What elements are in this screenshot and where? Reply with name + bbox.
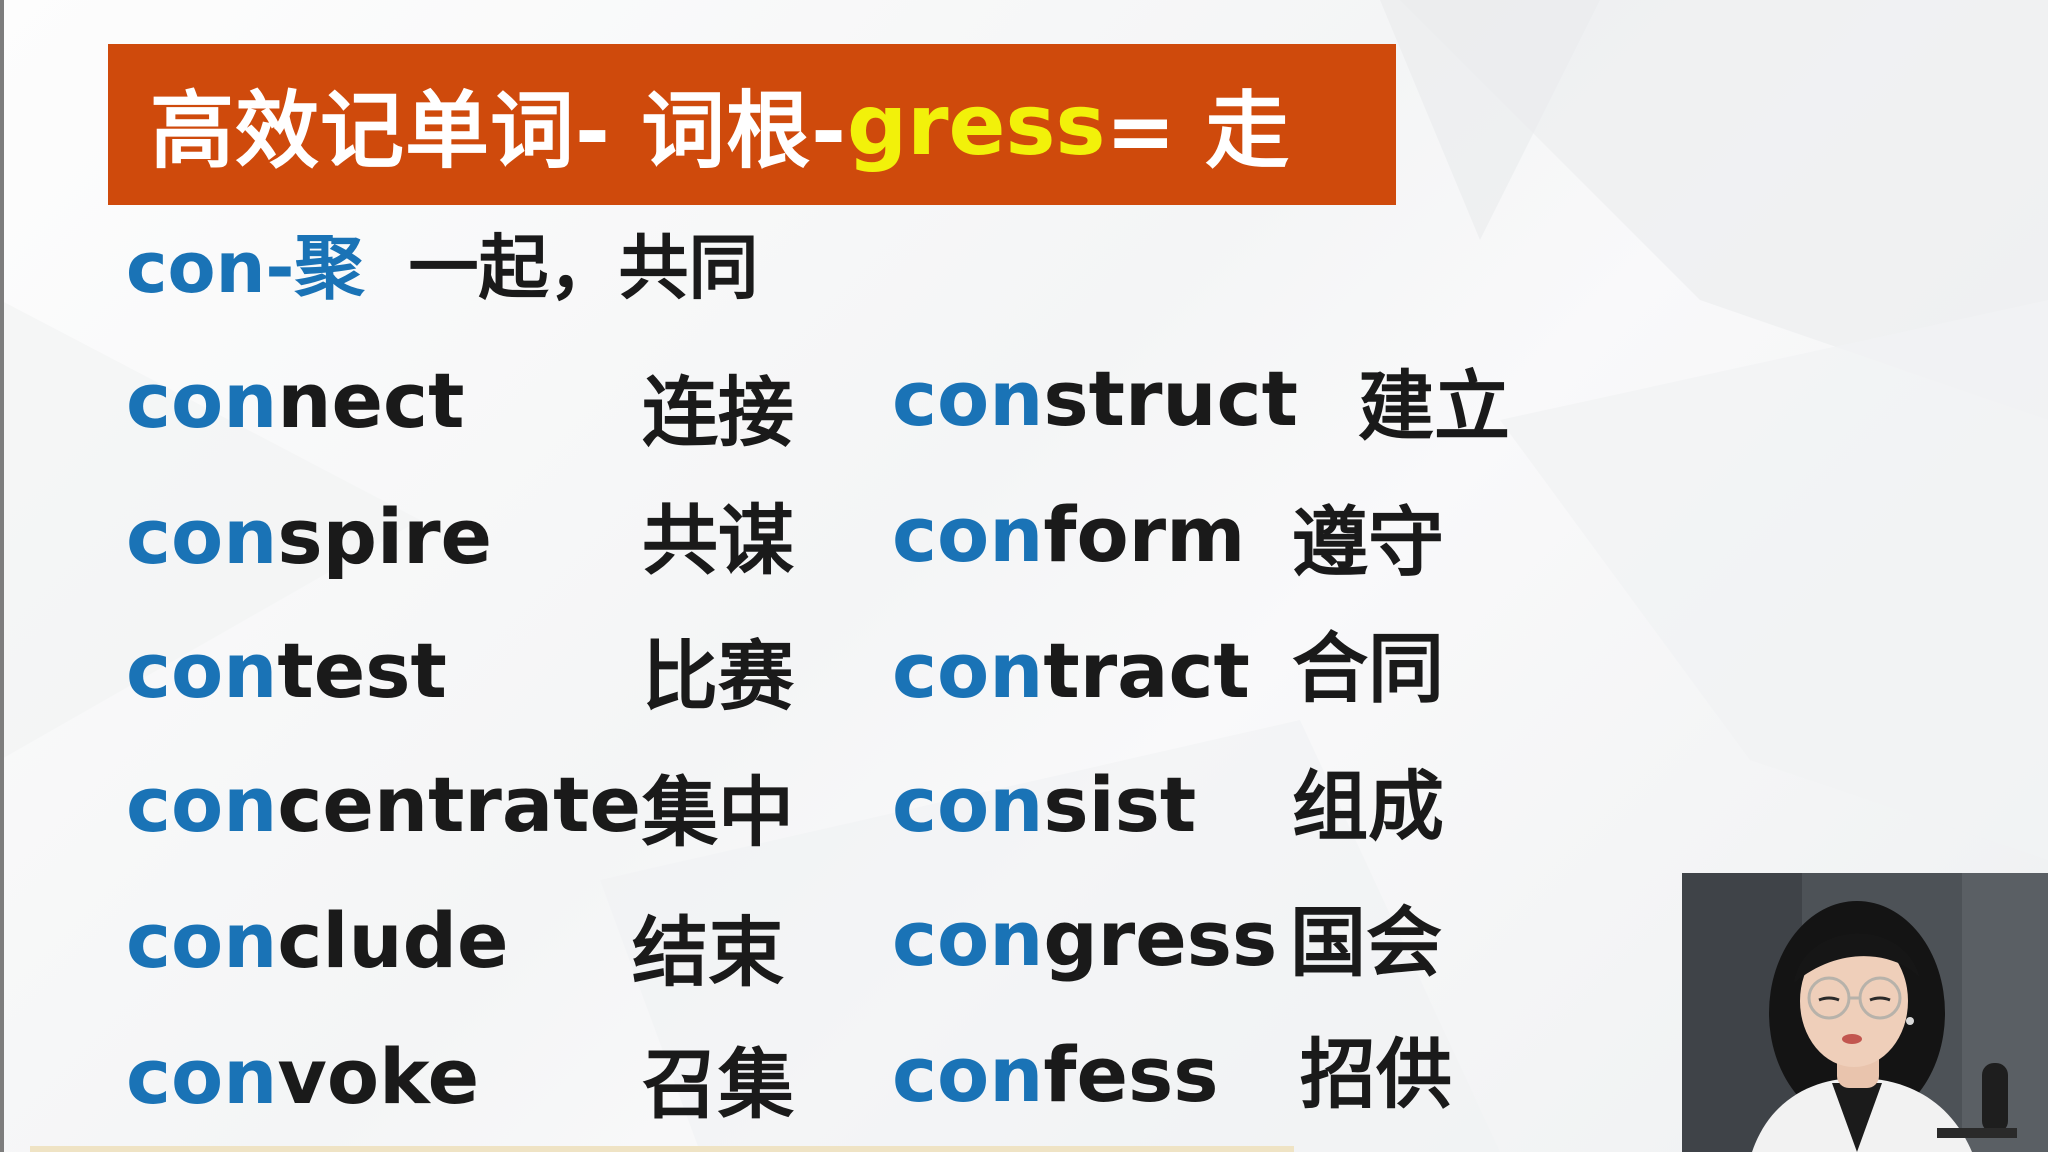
- word-stem: form: [1043, 489, 1246, 579]
- vocab-meaning: 招供: [1300, 1030, 1452, 1119]
- word-prefix: con: [126, 491, 278, 581]
- vocab-meaning: 共谋: [642, 496, 794, 585]
- title-meaning: = 走: [1105, 82, 1290, 180]
- word-prefix: con: [126, 759, 278, 849]
- vocab-meaning: 连接: [642, 368, 794, 457]
- background-shard: [1500, 300, 2048, 860]
- word-stem: sist: [1043, 759, 1197, 849]
- word-stem: gress: [1043, 893, 1278, 983]
- background-shard: [1380, 0, 1600, 240]
- vocab-word-conform: con form: [892, 486, 1245, 582]
- word-prefix: con: [892, 625, 1044, 715]
- vocab-meaning: 集中: [642, 768, 794, 857]
- word-stem: spire: [277, 491, 493, 581]
- vocab-word-contract: con tract: [892, 622, 1250, 718]
- vocab-word-confess: con fess: [892, 1026, 1218, 1122]
- vocab-meaning: 建立: [1358, 362, 1510, 451]
- word-stem: nect: [277, 355, 465, 445]
- slide: 高效记单词- 词根- gress = 走 con-聚 一起，共同 con nect…: [0, 0, 2048, 1152]
- word-prefix: con: [892, 893, 1044, 983]
- vocab-word-conclude: con clude: [126, 892, 509, 988]
- word-prefix: con: [892, 759, 1044, 849]
- vocab-word-construct: con struct: [892, 350, 1298, 446]
- vocab-meaning: 合同: [1292, 624, 1444, 713]
- vocab-word-connect: con nect: [126, 352, 464, 448]
- vocab-word-consist: con sist: [892, 756, 1196, 852]
- vocab-word-concentrate: con centrate: [126, 756, 641, 852]
- vocab-word-congress: con gress: [892, 890, 1277, 986]
- word-prefix: con: [126, 355, 278, 445]
- word-prefix: con: [892, 489, 1044, 579]
- prefix-line: con-聚 一起，共同: [126, 212, 758, 312]
- word-prefix: con: [892, 353, 1044, 443]
- left-edge-border: [0, 0, 4, 1152]
- vocab-meaning: 比赛: [642, 632, 794, 721]
- bottom-progress-strip: [30, 1146, 1294, 1152]
- word-prefix: con: [126, 1031, 278, 1121]
- word-stem: clude: [277, 895, 509, 985]
- vocab-meaning: 结束: [632, 908, 784, 997]
- word-stem: tract: [1043, 625, 1250, 715]
- vocab-word-convoke: con voke: [126, 1028, 479, 1124]
- word-prefix: con: [126, 625, 278, 715]
- vocab-meaning: 国会: [1290, 898, 1442, 987]
- word-prefix: con: [892, 1029, 1044, 1119]
- webcam-overlay: [1682, 873, 2048, 1152]
- word-stem: struct: [1043, 353, 1298, 443]
- prefix-meaning: 一起，共同: [408, 226, 759, 309]
- prefix-label: con-聚: [126, 226, 365, 309]
- word-stem: voke: [277, 1031, 480, 1121]
- vocab-meaning: 组成: [1292, 762, 1444, 851]
- vocab-word-conspire: con spire: [126, 488, 492, 584]
- word-stem: centrate: [277, 759, 642, 849]
- presenter-video: [1682, 873, 2048, 1152]
- microphone-body: [1982, 1063, 2008, 1133]
- vocab-word-contest: con test: [126, 622, 447, 718]
- word-stem: test: [277, 625, 447, 715]
- title-prefix: 高效记单词- 词根-: [150, 82, 847, 180]
- vocab-meaning: 召集: [642, 1040, 794, 1129]
- word-stem: fess: [1043, 1029, 1219, 1119]
- presenter-earring: [1906, 1017, 1914, 1025]
- title-banner: 高效记单词- 词根- gress = 走: [108, 44, 1396, 205]
- title-root-word: gress: [846, 75, 1106, 174]
- word-prefix: con: [126, 895, 278, 985]
- presenter-mouth: [1842, 1034, 1862, 1044]
- microphone-arm: [1937, 1128, 2017, 1138]
- vocab-meaning: 遵守: [1292, 498, 1444, 587]
